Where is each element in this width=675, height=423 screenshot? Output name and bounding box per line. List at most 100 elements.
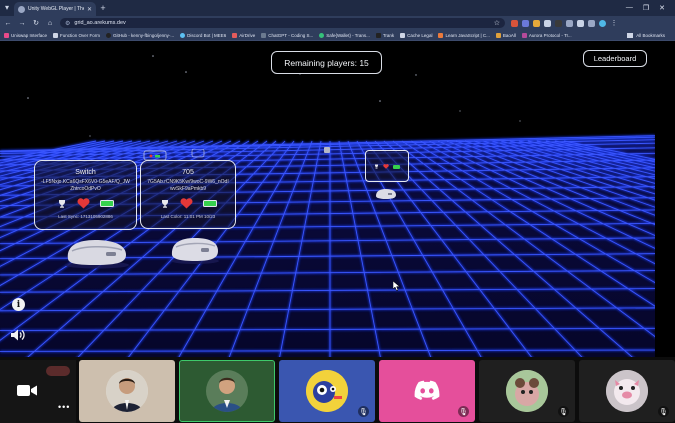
player-name: Switch (75, 169, 96, 176)
player-address: -LF5Nxjo.KCa6QsFX6V0-G5eAF/Q_JWZhtrcoOdP… (41, 179, 130, 192)
battery-icon (100, 200, 114, 207)
bookmark-item[interactable]: BaoAll (495, 32, 516, 38)
speaker-icon[interactable] (10, 328, 26, 342)
bookmark-item[interactable]: Aurora Protocol - Tr... (521, 32, 572, 38)
bookmark-item[interactable]: AirDrive (232, 32, 255, 38)
remaining-players-counter: Remaining players: 15 (271, 51, 382, 74)
bookmark-icon (495, 32, 501, 38)
participant-tile-active-speaker[interactable] (179, 360, 275, 422)
bookmark-item[interactable]: GitHub - kenny-fbingo/jenny-... (106, 32, 174, 38)
all-bookmarks[interactable]: All Bookmarks (627, 32, 671, 38)
muted-mic-icon: 🎙 (658, 406, 669, 417)
browser-tab[interactable]: Unity WebGL Player | The Li... ✕ (14, 2, 96, 16)
bookmark-icon (319, 32, 325, 38)
home-icon[interactable]: ⌂ (46, 20, 54, 27)
extension-icon[interactable] (522, 19, 529, 27)
bookmark-item[interactable]: Trank (375, 32, 394, 38)
profile-icon[interactable] (599, 19, 606, 27)
extension-icon[interactable] (555, 19, 562, 27)
bookmark-icon (400, 32, 406, 38)
bookmark-item[interactable]: Learn JavaScript | C... (438, 32, 490, 38)
player-card: Switch -LF5Nxjo.KCa6QsFX6V0-G5eAF/Q_JWZh… (34, 160, 137, 230)
mouse-cursor-icon (393, 281, 400, 291)
screen: ▾ Unity WebGL Player | The Li... ✕ + — ❐… (0, 0, 675, 423)
player-stats (141, 198, 235, 209)
bookmark-item[interactable]: Safe{Wallet} - Trans... (319, 32, 370, 38)
player-character-distant (376, 189, 396, 199)
bookmark-star-icon[interactable]: ☆ (494, 19, 500, 27)
bookmark-icon (180, 32, 186, 38)
unity-game-canvas[interactable]: Switch -LF5Nxjo.KCa6QsFX6V0-G5eAF/Q_JWZh… (0, 41, 655, 357)
address-bar[interactable]: ⚙ grid_ao.arekums.dev ☆ (60, 18, 505, 28)
animal-avatar-icon (506, 370, 548, 412)
minimize-icon[interactable]: — (626, 4, 633, 12)
participant-tile[interactable]: 🎙 (279, 360, 375, 422)
bookmark-item[interactable]: Uniswap Interface (4, 32, 47, 38)
extensions: ⋮ (511, 19, 618, 27)
extension-icon[interactable] (544, 19, 551, 27)
robot-avatar-icon (306, 370, 348, 412)
bookmark-item[interactable]: Cache Legal (400, 32, 432, 38)
muted-mic-icon: 🎙 (558, 406, 569, 417)
trophy-icon (375, 164, 378, 169)
github-icon (106, 32, 112, 38)
bookmark-icon (375, 32, 381, 38)
battery-icon (202, 200, 217, 207)
player-character (171, 238, 219, 264)
menu-icon[interactable]: ⋮ (610, 19, 618, 27)
bookmark-item[interactable]: Function Over Form (53, 32, 100, 38)
forward-icon[interactable]: → (18, 20, 26, 27)
trophy-icon (161, 199, 168, 208)
window-controls: — ❐ ✕ (626, 4, 675, 12)
self-view[interactable]: ••• (0, 360, 76, 423)
player-footer: Last Sync: 1713105902886 (58, 214, 113, 219)
tab-search-icon[interactable]: ▾ (0, 0, 14, 16)
participant-avatar (506, 370, 548, 412)
participant-photo (206, 370, 248, 412)
player-stats (366, 164, 408, 169)
bookmark-item[interactable]: ChatGPT - Coding S... (261, 32, 313, 38)
recording-indicator (46, 366, 70, 376)
browser-tab-bar: ▾ Unity WebGL Player | The Li... ✕ + — ❐… (0, 0, 675, 16)
distant-player-markers (143, 149, 205, 161)
camera-icon[interactable] (17, 384, 37, 397)
player-character (65, 240, 129, 269)
info-button[interactable]: i (12, 298, 25, 311)
participant-avatar (606, 370, 648, 412)
player-character-distant (324, 147, 330, 153)
sidebar-icon[interactable] (588, 19, 595, 27)
extension-icon[interactable] (566, 19, 573, 27)
heart-icon (383, 164, 389, 169)
reload-icon[interactable]: ↻ (32, 19, 40, 27)
tab-close-icon[interactable]: ✕ (87, 6, 92, 13)
participant-tile[interactable]: 🎙 (479, 360, 575, 422)
bookmark-icon (53, 32, 59, 38)
close-window-icon[interactable]: ✕ (659, 4, 665, 12)
chatgpt-icon (261, 32, 267, 38)
player-card-distant (365, 150, 409, 182)
player-name: 705 (182, 169, 194, 176)
more-options-icon[interactable]: ••• (58, 402, 70, 412)
back-icon[interactable]: ← (4, 20, 12, 27)
site-info-icon[interactable]: ⚙ (65, 20, 70, 27)
participant-tile[interactable]: 🎙 (379, 360, 475, 422)
url-text: grid_ao.arekums.dev (74, 20, 126, 26)
extension-icon[interactable] (533, 19, 540, 27)
muted-mic-icon: 🎙 (458, 406, 469, 417)
folder-icon (627, 32, 634, 38)
puzzle-icon[interactable] (577, 19, 584, 27)
maximize-icon[interactable]: ❐ (643, 4, 649, 12)
new-tab-icon[interactable]: + (96, 3, 110, 13)
person-icon (206, 370, 248, 412)
tab-title: Unity WebGL Player | The Li... (28, 6, 84, 12)
extension-icon[interactable] (511, 19, 518, 27)
battery-icon (393, 164, 400, 169)
participant-tile[interactable] (79, 360, 175, 422)
player-footer: Last Color: 11:01 PM 10/23 (160, 214, 216, 219)
bookmark-item[interactable]: Discord Bot | MEE6 (180, 32, 226, 38)
leaderboard-button[interactable]: Leaderboard (583, 50, 647, 67)
participant-tile[interactable]: 🎙 (579, 360, 675, 422)
trophy-icon (59, 199, 65, 208)
unity-favicon-icon (18, 5, 25, 13)
heart-icon (180, 198, 192, 209)
